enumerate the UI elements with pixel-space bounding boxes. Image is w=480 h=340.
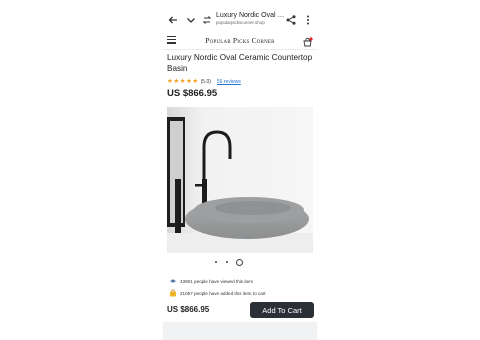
- star-icon: ★: [185, 78, 192, 85]
- carousel-dot[interactable]: [226, 261, 228, 263]
- cart-icon[interactable]: [302, 35, 313, 47]
- star-icon: ★: [179, 78, 186, 85]
- browser-toolbar: Luxury Nordic Oval Ce... popularpickscor…: [163, 10, 317, 32]
- eye-icon: [169, 277, 177, 285]
- product-title: Luxury Nordic Oval Ceramic Countertop Ba…: [167, 53, 313, 73]
- site-header: Popular Picks Corner: [163, 33, 317, 49]
- page-title: Luxury Nordic Oval Ce...: [216, 12, 286, 19]
- more-vert-icon[interactable]: [303, 14, 313, 26]
- rating-value: (5.0): [200, 79, 211, 85]
- bottom-nav-bar: [163, 322, 317, 340]
- address-bar[interactable]: Luxury Nordic Oval Ce... popularpickscor…: [216, 11, 286, 26]
- header-divider: [163, 49, 317, 50]
- tabs-icon[interactable]: [201, 14, 213, 26]
- phone-viewport: Luxury Nordic Oval Ce... popularpickscor…: [163, 0, 317, 340]
- shopping-bag-icon: [169, 289, 177, 297]
- back-arrow-icon[interactable]: [167, 14, 179, 26]
- star-icon: ★: [167, 78, 173, 85]
- viewed-text: 43901 people have viewed this item: [180, 278, 254, 284]
- share-icon[interactable]: [285, 14, 297, 26]
- site-logo-text[interactable]: Popular Picks Corner: [163, 36, 317, 45]
- viewed-info: 43901 people have viewed this item: [169, 277, 253, 285]
- reviews-link[interactable]: 56 reviews: [217, 79, 241, 85]
- carousel-dots: [163, 258, 317, 266]
- added-text: 21057 people have added this item to car…: [180, 290, 266, 296]
- star-icon: ★: [173, 78, 180, 85]
- chevron-down-icon[interactable]: [185, 14, 197, 26]
- carousel-dot[interactable]: [215, 261, 217, 263]
- carousel-dot-active[interactable]: [236, 259, 243, 266]
- rating-row: ★ ★ ★ ★ ★ (5.0) 56 reviews: [167, 78, 241, 86]
- added-info: 21057 people have added this item to car…: [169, 289, 266, 297]
- star-icon: ★: [192, 78, 199, 85]
- url-text: popularpickscorner.shop: [216, 20, 265, 25]
- footer-price: US $866.95: [167, 305, 210, 314]
- product-image[interactable]: [167, 107, 313, 253]
- buy-bar: US $866.95 Add To Cart: [163, 302, 317, 319]
- product-price: US $866.95: [167, 88, 218, 99]
- add-to-cart-button[interactable]: Add To Cart: [250, 302, 314, 318]
